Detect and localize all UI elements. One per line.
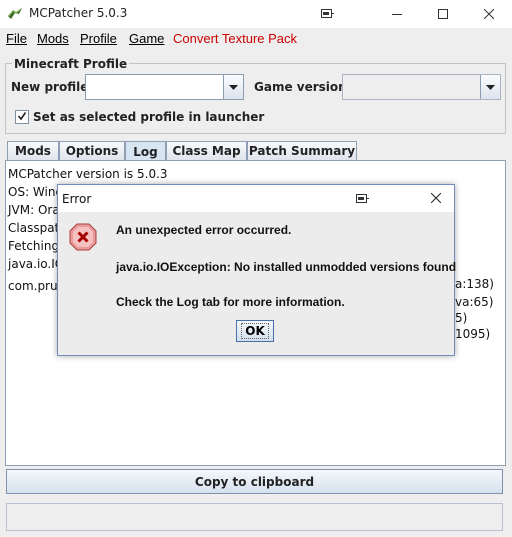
close-icon bbox=[484, 9, 494, 19]
log-line-fragment: 1095) bbox=[455, 327, 491, 341]
menu-mods[interactable]: Mods bbox=[37, 31, 69, 46]
log-line: Fetching bbox=[8, 239, 60, 253]
maximize-button[interactable] bbox=[420, 0, 466, 28]
new-profile-label: New profile bbox=[11, 80, 89, 94]
new-profile-combo[interactable] bbox=[85, 74, 244, 100]
dialog-message-heading: An unexpected error occurred. bbox=[116, 223, 292, 237]
menu-game[interactable]: Game bbox=[129, 31, 164, 46]
dialog-message-exception: java.io.IOException: No installed unmodd… bbox=[116, 260, 457, 274]
window-title: MCPatcher 5.0.3 bbox=[29, 6, 128, 20]
close-button[interactable] bbox=[466, 0, 512, 28]
error-icon bbox=[69, 223, 97, 251]
dialog-title: Error bbox=[62, 192, 92, 206]
log-line: java.io.IO bbox=[8, 257, 65, 271]
tab-mods[interactable]: Mods bbox=[7, 141, 59, 160]
menu-mods-label: Mods bbox=[37, 31, 69, 46]
log-line-fragment: va:65) bbox=[455, 295, 494, 309]
ok-button-label: OK bbox=[241, 323, 269, 339]
dialog-title-bar: Error bbox=[58, 185, 454, 212]
dialog-message-hint: Check the Log tab for more information. bbox=[116, 295, 345, 309]
error-dialog: Error An unexpected error occurred. java… bbox=[57, 184, 457, 356]
tab-options[interactable]: Options bbox=[59, 141, 125, 160]
chevron-down-icon bbox=[229, 84, 238, 90]
maximize-icon bbox=[438, 9, 448, 19]
tab-patch-summary[interactable]: Patch Summary bbox=[247, 141, 357, 160]
log-line-fragment: 5) bbox=[455, 311, 468, 325]
game-version-dropdown-button[interactable] bbox=[480, 75, 500, 99]
set-selected-profile-label: Set as selected profile in launcher bbox=[33, 110, 265, 124]
new-profile-dropdown-button[interactable] bbox=[223, 75, 243, 99]
menu-profile[interactable]: Profile bbox=[80, 31, 117, 46]
log-line: JVM: Ora bbox=[8, 203, 60, 217]
tab-class-map[interactable]: Class Map bbox=[166, 141, 247, 160]
game-version-label: Game version bbox=[254, 80, 347, 94]
log-line: OS: Wind bbox=[8, 185, 64, 199]
menu-file-label: File bbox=[6, 31, 27, 46]
game-version-combo[interactable] bbox=[342, 74, 501, 100]
copy-to-clipboard-button[interactable]: Copy to clipboard bbox=[6, 469, 503, 494]
menu-convert-texture-pack[interactable]: Convert Texture Pack bbox=[173, 31, 297, 46]
menu-file[interactable]: File bbox=[6, 31, 27, 46]
pin-icon bbox=[321, 9, 334, 18]
checkmark-icon bbox=[17, 112, 27, 121]
log-line-fragment: a:138) bbox=[455, 277, 494, 291]
dialog-close-button[interactable] bbox=[424, 188, 448, 208]
status-bar bbox=[6, 503, 503, 531]
minimize-button[interactable] bbox=[374, 0, 420, 28]
log-line: Classpat bbox=[8, 221, 60, 235]
pin-icon[interactable] bbox=[354, 193, 370, 204]
tab-log[interactable]: Log bbox=[125, 141, 166, 161]
menu-game-label: Game bbox=[129, 31, 165, 46]
chevron-down-icon bbox=[486, 84, 495, 90]
set-selected-profile-checkbox[interactable] bbox=[15, 110, 29, 124]
minimize-icon bbox=[392, 14, 402, 15]
ok-button[interactable]: OK bbox=[236, 320, 274, 342]
title-bar: MCPatcher 5.0.3 bbox=[0, 0, 512, 28]
pin-button[interactable] bbox=[304, 0, 350, 28]
profile-legend: Minecraft Profile bbox=[12, 57, 130, 71]
menu-profile-label: Profile bbox=[80, 31, 117, 46]
close-icon bbox=[431, 193, 441, 203]
app-icon bbox=[8, 8, 22, 19]
log-line: MCPatcher version is 5.0.3 bbox=[8, 167, 168, 181]
